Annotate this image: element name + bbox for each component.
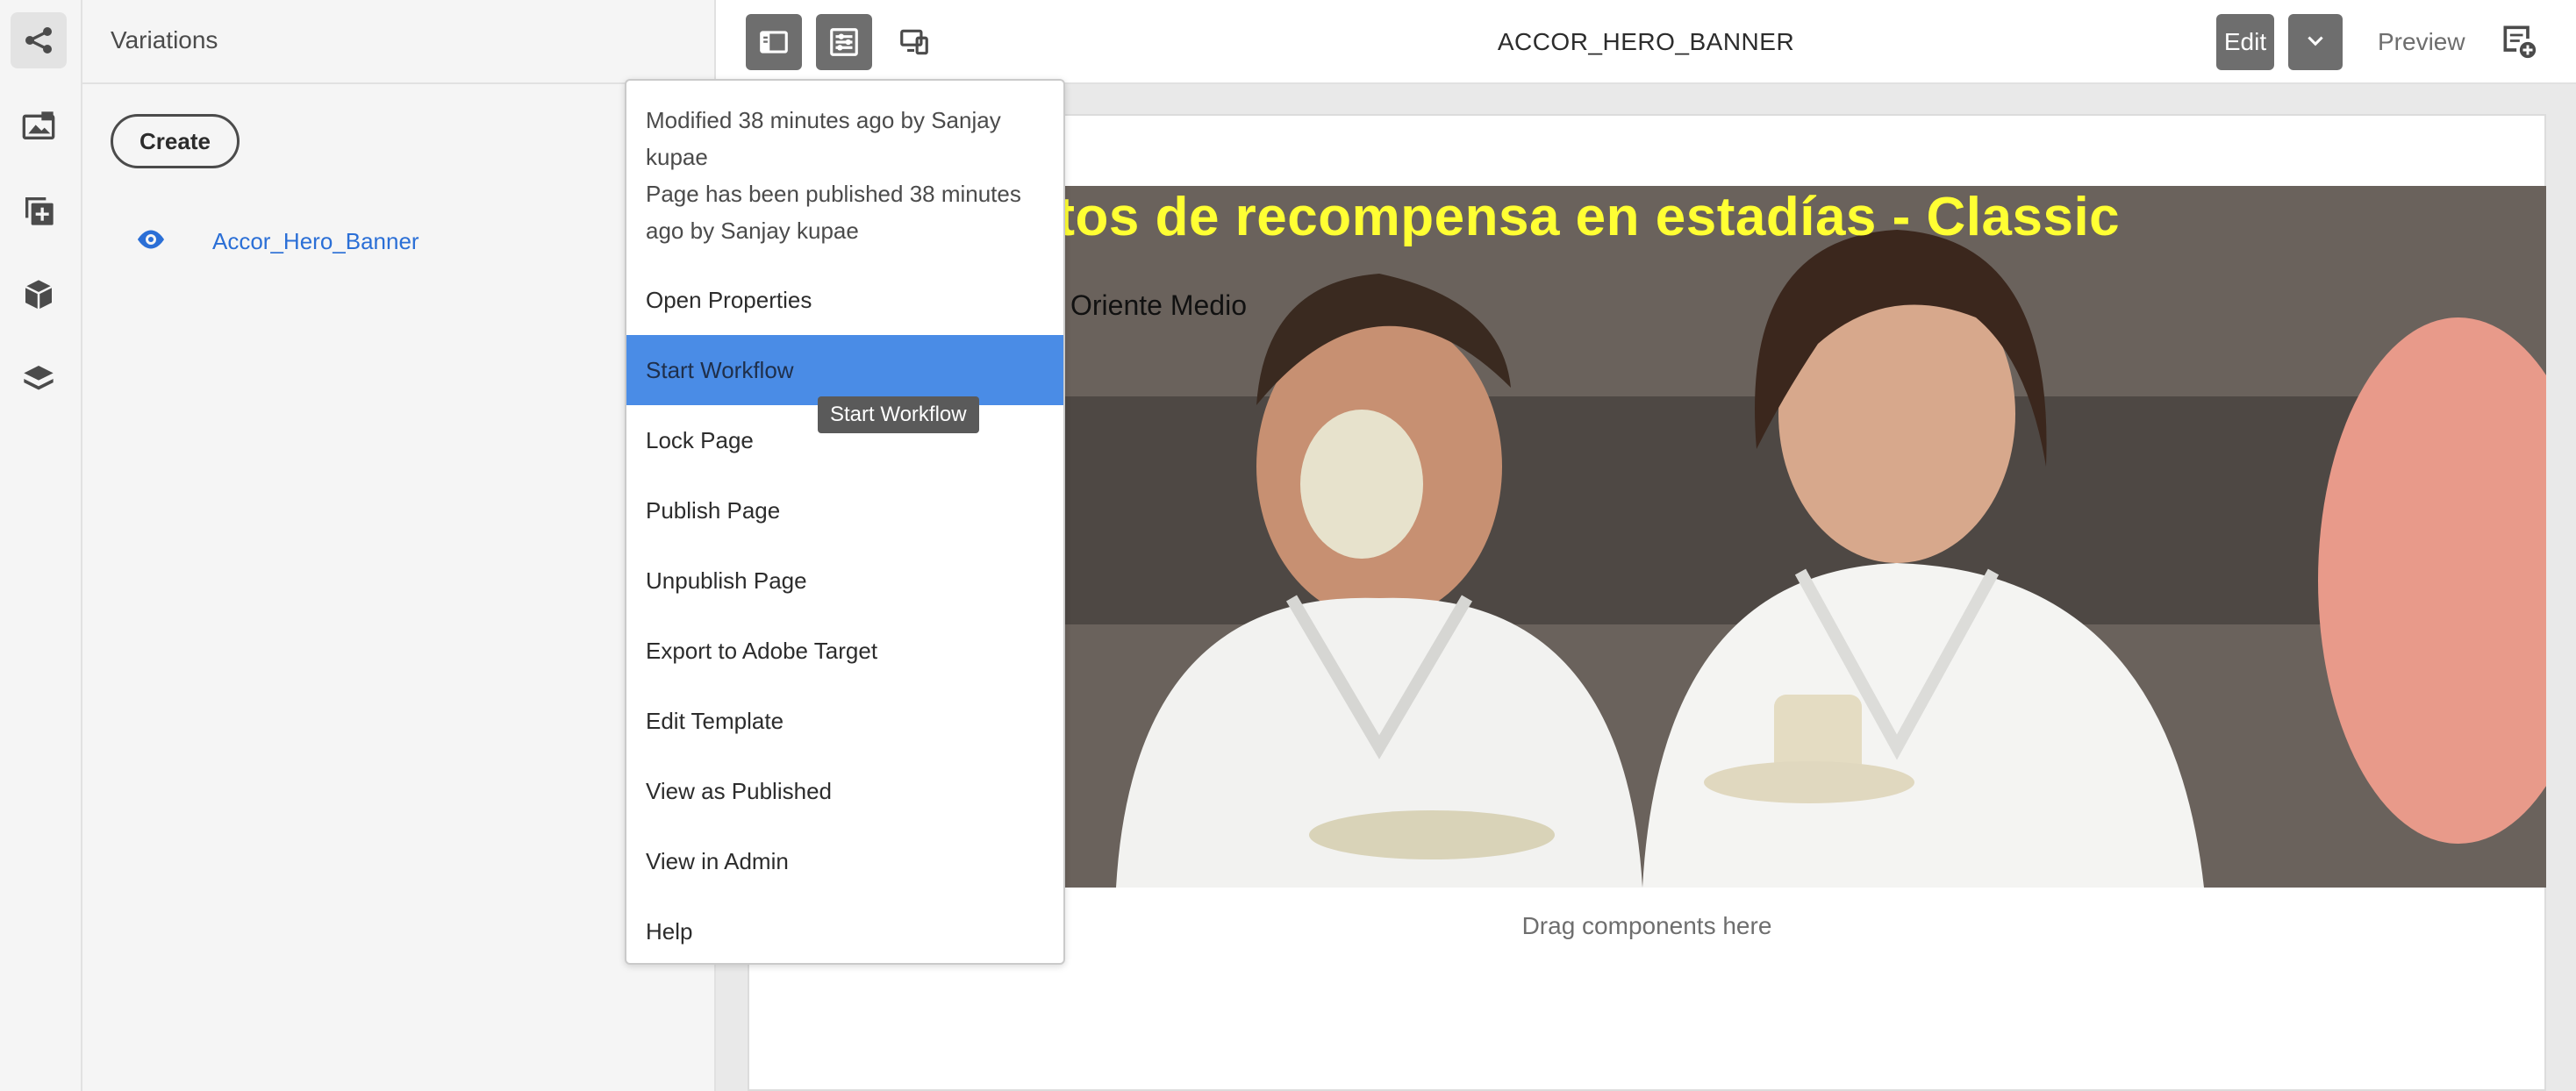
modified-info: Modified 38 minutes ago by Sanjay kupae: [646, 107, 1001, 170]
variation-name[interactable]: Accor_Hero_Banner: [212, 228, 419, 255]
create-button[interactable]: Create: [111, 114, 240, 168]
top-toolbar: ACCOR_HERO_BANNER Edit Preview: [716, 0, 2576, 84]
published-info: Page has been published 38 minutes ago b…: [646, 181, 1021, 244]
menu-item-view-in-admin[interactable]: View in Admin: [626, 826, 1063, 896]
menu-item-export-to-adobe-target[interactable]: Export to Adobe Target: [626, 616, 1063, 686]
page-info-menu: Modified 38 minutes ago by Sanjay kupae …: [625, 79, 1065, 965]
menu-item-help[interactable]: Help: [626, 896, 1063, 963]
menu-item-unpublish-page[interactable]: Unpublish Page: [626, 546, 1063, 616]
layers-icon[interactable]: [11, 351, 67, 407]
page-status-info: Modified 38 minutes ago by Sanjay kupae …: [646, 102, 1049, 249]
hero-subtext: Oriente Medio: [1070, 289, 1247, 321]
edit-button[interactable]: Edit: [2216, 14, 2274, 70]
tooltip: Start Workflow: [818, 396, 979, 433]
add-component-icon[interactable]: [11, 182, 67, 239]
panel-title: Variations: [111, 26, 218, 53]
menu-item-start-workflow[interactable]: Start Workflow: [626, 335, 1063, 405]
menu-item-view-as-published[interactable]: View as Published: [626, 756, 1063, 826]
eye-icon[interactable]: [135, 224, 167, 260]
chevron-down-icon: [2308, 36, 2323, 46]
mode-dropdown-button[interactable]: [2288, 14, 2343, 70]
box-icon[interactable]: [11, 267, 67, 323]
left-rail: [0, 0, 82, 1091]
share-graph-icon[interactable]: [11, 12, 67, 68]
asset-gallery-icon[interactable]: [11, 98, 67, 154]
variation-item[interactable]: Accor_Hero_Banner: [135, 210, 662, 272]
variations-panel: Variations Create Accor_Hero_Banner: [82, 0, 716, 1091]
preview-button[interactable]: Preview: [2378, 28, 2465, 56]
app-window: Variations Create Accor_Hero_Banner ACCO…: [0, 0, 2576, 1091]
menu-item-open-properties[interactable]: Open Properties: [626, 265, 1063, 335]
menu-item-edit-template[interactable]: Edit Template: [626, 686, 1063, 756]
hero-headline: ntos de recompensa en estadías - Classic: [1023, 187, 2121, 247]
panel-divider: [82, 82, 714, 84]
annotations-icon[interactable]: [2499, 21, 2541, 63]
menu-item-publish-page[interactable]: Publish Page: [626, 475, 1063, 546]
